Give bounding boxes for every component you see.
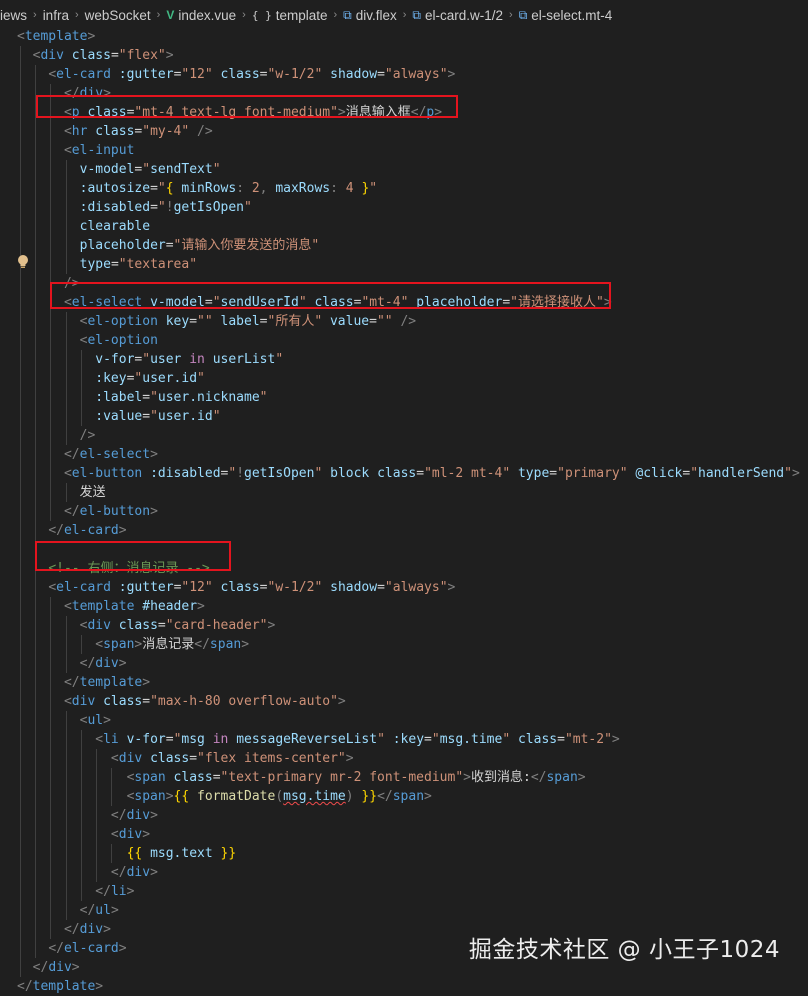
chevron-right-icon: ›: [333, 9, 338, 21]
code-line[interactable]: <li v-for="msg in messageReverseList" :k…: [17, 730, 619, 749]
watermark: 掘金技术社区 @ 小王子1024: [468, 937, 780, 963]
breadcrumb-item[interactable]: ⧉ div.flex: [343, 8, 397, 23]
breadcrumb-item[interactable]: ⧉ el-select.mt-4: [519, 8, 613, 23]
code-line[interactable]: :disabled="!getIsOpen": [17, 198, 252, 217]
breadcrumb-item[interactable]: ⧉ el-card.w-1/2: [412, 8, 503, 23]
code-editor[interactable]: <template> <div class="flex"> <el-card :…: [0, 27, 808, 994]
code-line[interactable]: </el-select>: [17, 445, 158, 464]
indent-guide: [111, 844, 113, 863]
code-line[interactable]: type="textarea": [17, 255, 197, 274]
breadcrumb-item[interactable]: iews: [0, 8, 27, 23]
code-line[interactable]: <span class="text-primary mr-2 font-medi…: [17, 768, 586, 787]
chevron-right-icon: ›: [74, 9, 79, 21]
code-line[interactable]: />: [17, 426, 96, 445]
code-line[interactable]: clearable: [17, 217, 150, 236]
breadcrumb-label: div.flex: [355, 7, 397, 23]
code-line[interactable]: <el-card :gutter="12" class="w-1/2" shad…: [17, 65, 455, 84]
breadcrumb-label: el-card.w-1/2: [425, 7, 504, 23]
indent-guide: [111, 768, 113, 806]
code-line[interactable]: </el-card>: [17, 521, 126, 540]
highlight-box-p-tag: [36, 95, 458, 118]
breadcrumb-item[interactable]: { } template: [252, 8, 328, 23]
breadcrumb-label: webSocket: [84, 7, 151, 23]
code-line[interactable]: </div>: [17, 920, 111, 939]
highlight-box-comment: [35, 541, 231, 571]
cube-icon: ⧉: [343, 7, 352, 22]
code-line[interactable]: </div>: [17, 654, 127, 673]
code-line[interactable]: <div>: [17, 825, 150, 844]
code-line[interactable]: </template>: [17, 673, 150, 692]
breadcrumb-item[interactable]: infra: [43, 8, 69, 23]
indent-guide: [50, 597, 52, 939]
code-line[interactable]: <div class="flex items-center">: [17, 749, 354, 768]
indent-guide: [96, 749, 97, 882]
breadcrumb-label: template: [275, 7, 328, 23]
code-line[interactable]: v-for="user in userList": [17, 350, 283, 369]
code-line[interactable]: :key="user.id": [17, 369, 205, 388]
indent-guide: [65, 160, 67, 274]
code-line[interactable]: <el-button :disabled="!getIsOpen" block …: [17, 464, 800, 483]
indent-guide: [35, 65, 37, 958]
lightbulb-icon[interactable]: [17, 254, 29, 270]
breadcrumb-item[interactable]: Vindex.vue: [166, 8, 236, 23]
cube-icon: ⧉: [412, 7, 421, 22]
indent-guide: [65, 711, 67, 920]
chevron-right-icon: ›: [242, 9, 246, 21]
code-line[interactable]: :value="user.id": [17, 407, 220, 426]
chevron-right-icon: ›: [156, 9, 161, 21]
code-line[interactable]: <el-option: [17, 331, 158, 350]
code-line[interactable]: <div class="flex">: [17, 46, 174, 65]
vue-icon: V: [166, 8, 175, 22]
chevron-right-icon: ›: [509, 9, 513, 21]
code-line[interactable]: <hr class="my-4" />: [17, 122, 213, 141]
code-line[interactable]: </div>: [17, 806, 158, 825]
code-line[interactable]: <div class="max-h-80 overflow-auto">: [17, 692, 346, 711]
indent-guide: [80, 350, 82, 426]
code-line[interactable]: <span>消息记录</span>: [17, 635, 249, 654]
indent-guide: [80, 730, 82, 901]
code-line[interactable]: placeholder="请输入你要发送的消息": [17, 236, 320, 255]
code-line[interactable]: </ul>: [17, 901, 119, 920]
breadcrumb: iews › infra › webSocket › Vindex.vue › { } templ…: [0, 0, 808, 30]
chevron-right-icon: ›: [33, 9, 37, 21]
code-line[interactable]: </el-button>: [17, 502, 158, 521]
code-line[interactable]: <el-card :gutter="12" class="w-1/2" shad…: [17, 578, 455, 597]
code-line[interactable]: <el-option key="" label="所有人" value="" /…: [17, 312, 416, 331]
indent-guide: [65, 483, 67, 502]
chevron-right-icon: ›: [402, 9, 407, 21]
breadcrumb-item[interactable]: webSocket: [85, 8, 151, 23]
code-line[interactable]: </el-card>: [17, 939, 126, 958]
indent-guide: [65, 616, 67, 673]
indent-guide: [65, 312, 67, 445]
code-line[interactable]: </div>: [17, 863, 158, 882]
breadcrumb-label: iews: [0, 7, 28, 23]
breadcrumb-label: el-select.mt-4: [531, 7, 613, 23]
code-line[interactable]: </div>: [17, 958, 80, 977]
code-line[interactable]: <span>{{ formatDate(msg.time) }}</span>: [17, 787, 432, 806]
code-line[interactable]: :autosize="{ minRows: 2, maxRows: 4 }": [17, 179, 377, 198]
breadcrumb-label: infra: [42, 7, 69, 23]
code-line[interactable]: </template>: [17, 977, 103, 996]
code-line[interactable]: <template>: [17, 27, 95, 46]
code-line[interactable]: <div class="card-header">: [17, 616, 276, 635]
cube-icon: ⧉: [518, 7, 528, 22]
code-line[interactable]: <ul>: [17, 711, 111, 730]
code-line[interactable]: <template #header>: [17, 597, 205, 616]
code-line[interactable]: v-model="sendText": [17, 160, 221, 179]
code-line[interactable]: :label="user.nickname": [17, 388, 267, 407]
highlight-box-el-select: [50, 282, 611, 309]
code-line[interactable]: 发送: [17, 483, 106, 502]
indent-guide: [20, 46, 21, 977]
indent-guide: [80, 635, 82, 654]
braces-icon: { }: [251, 8, 272, 22]
breadcrumb-label: index.vue: [178, 7, 237, 23]
